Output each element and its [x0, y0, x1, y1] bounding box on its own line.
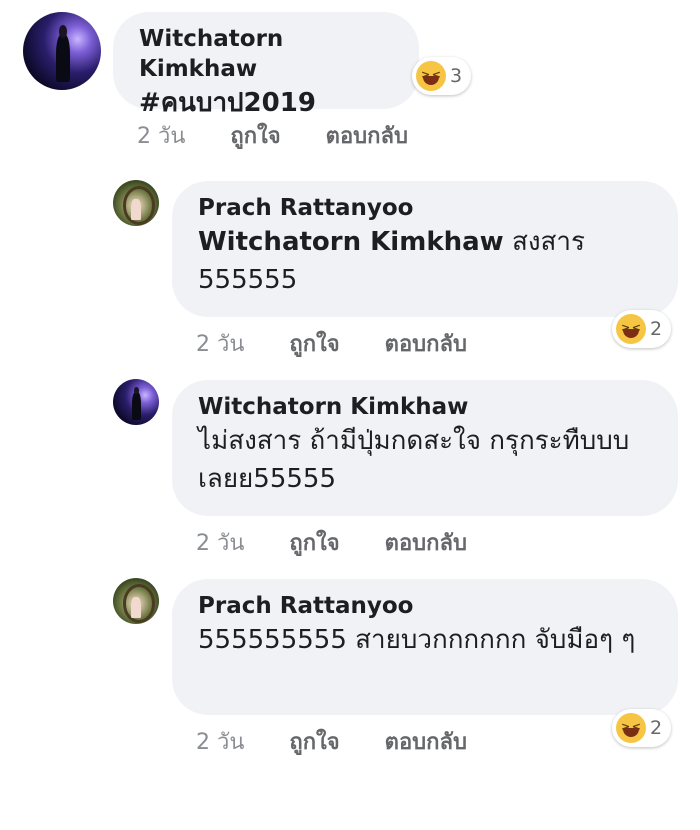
comment-actions: 2 วัน ถูกใจ ตอบกลับ [196, 724, 467, 759]
comment-text: 555555555 สายบวกกกกกก จับมือๆ ๆ [198, 625, 636, 655]
avatar[interactable] [113, 578, 159, 624]
like-button[interactable]: ถูกใจ [289, 730, 339, 755]
reaction-count: 2 [650, 717, 663, 739]
reply-button[interactable]: ตอบกลับ [385, 730, 467, 755]
comment-bubble: Prach Rattanyoo 555555555 สายบวกกกกกก จั… [172, 579, 678, 715]
comment-4: Prach Rattanyoo 555555555 สายบวกกกกกก จั… [0, 0, 700, 770]
haha-icon: > < [616, 713, 646, 743]
comment-author[interactable]: Prach Rattanyoo [198, 591, 652, 621]
reaction-badge[interactable]: > < 2 [612, 709, 672, 747]
comment-time[interactable]: 2 วัน [196, 730, 244, 755]
